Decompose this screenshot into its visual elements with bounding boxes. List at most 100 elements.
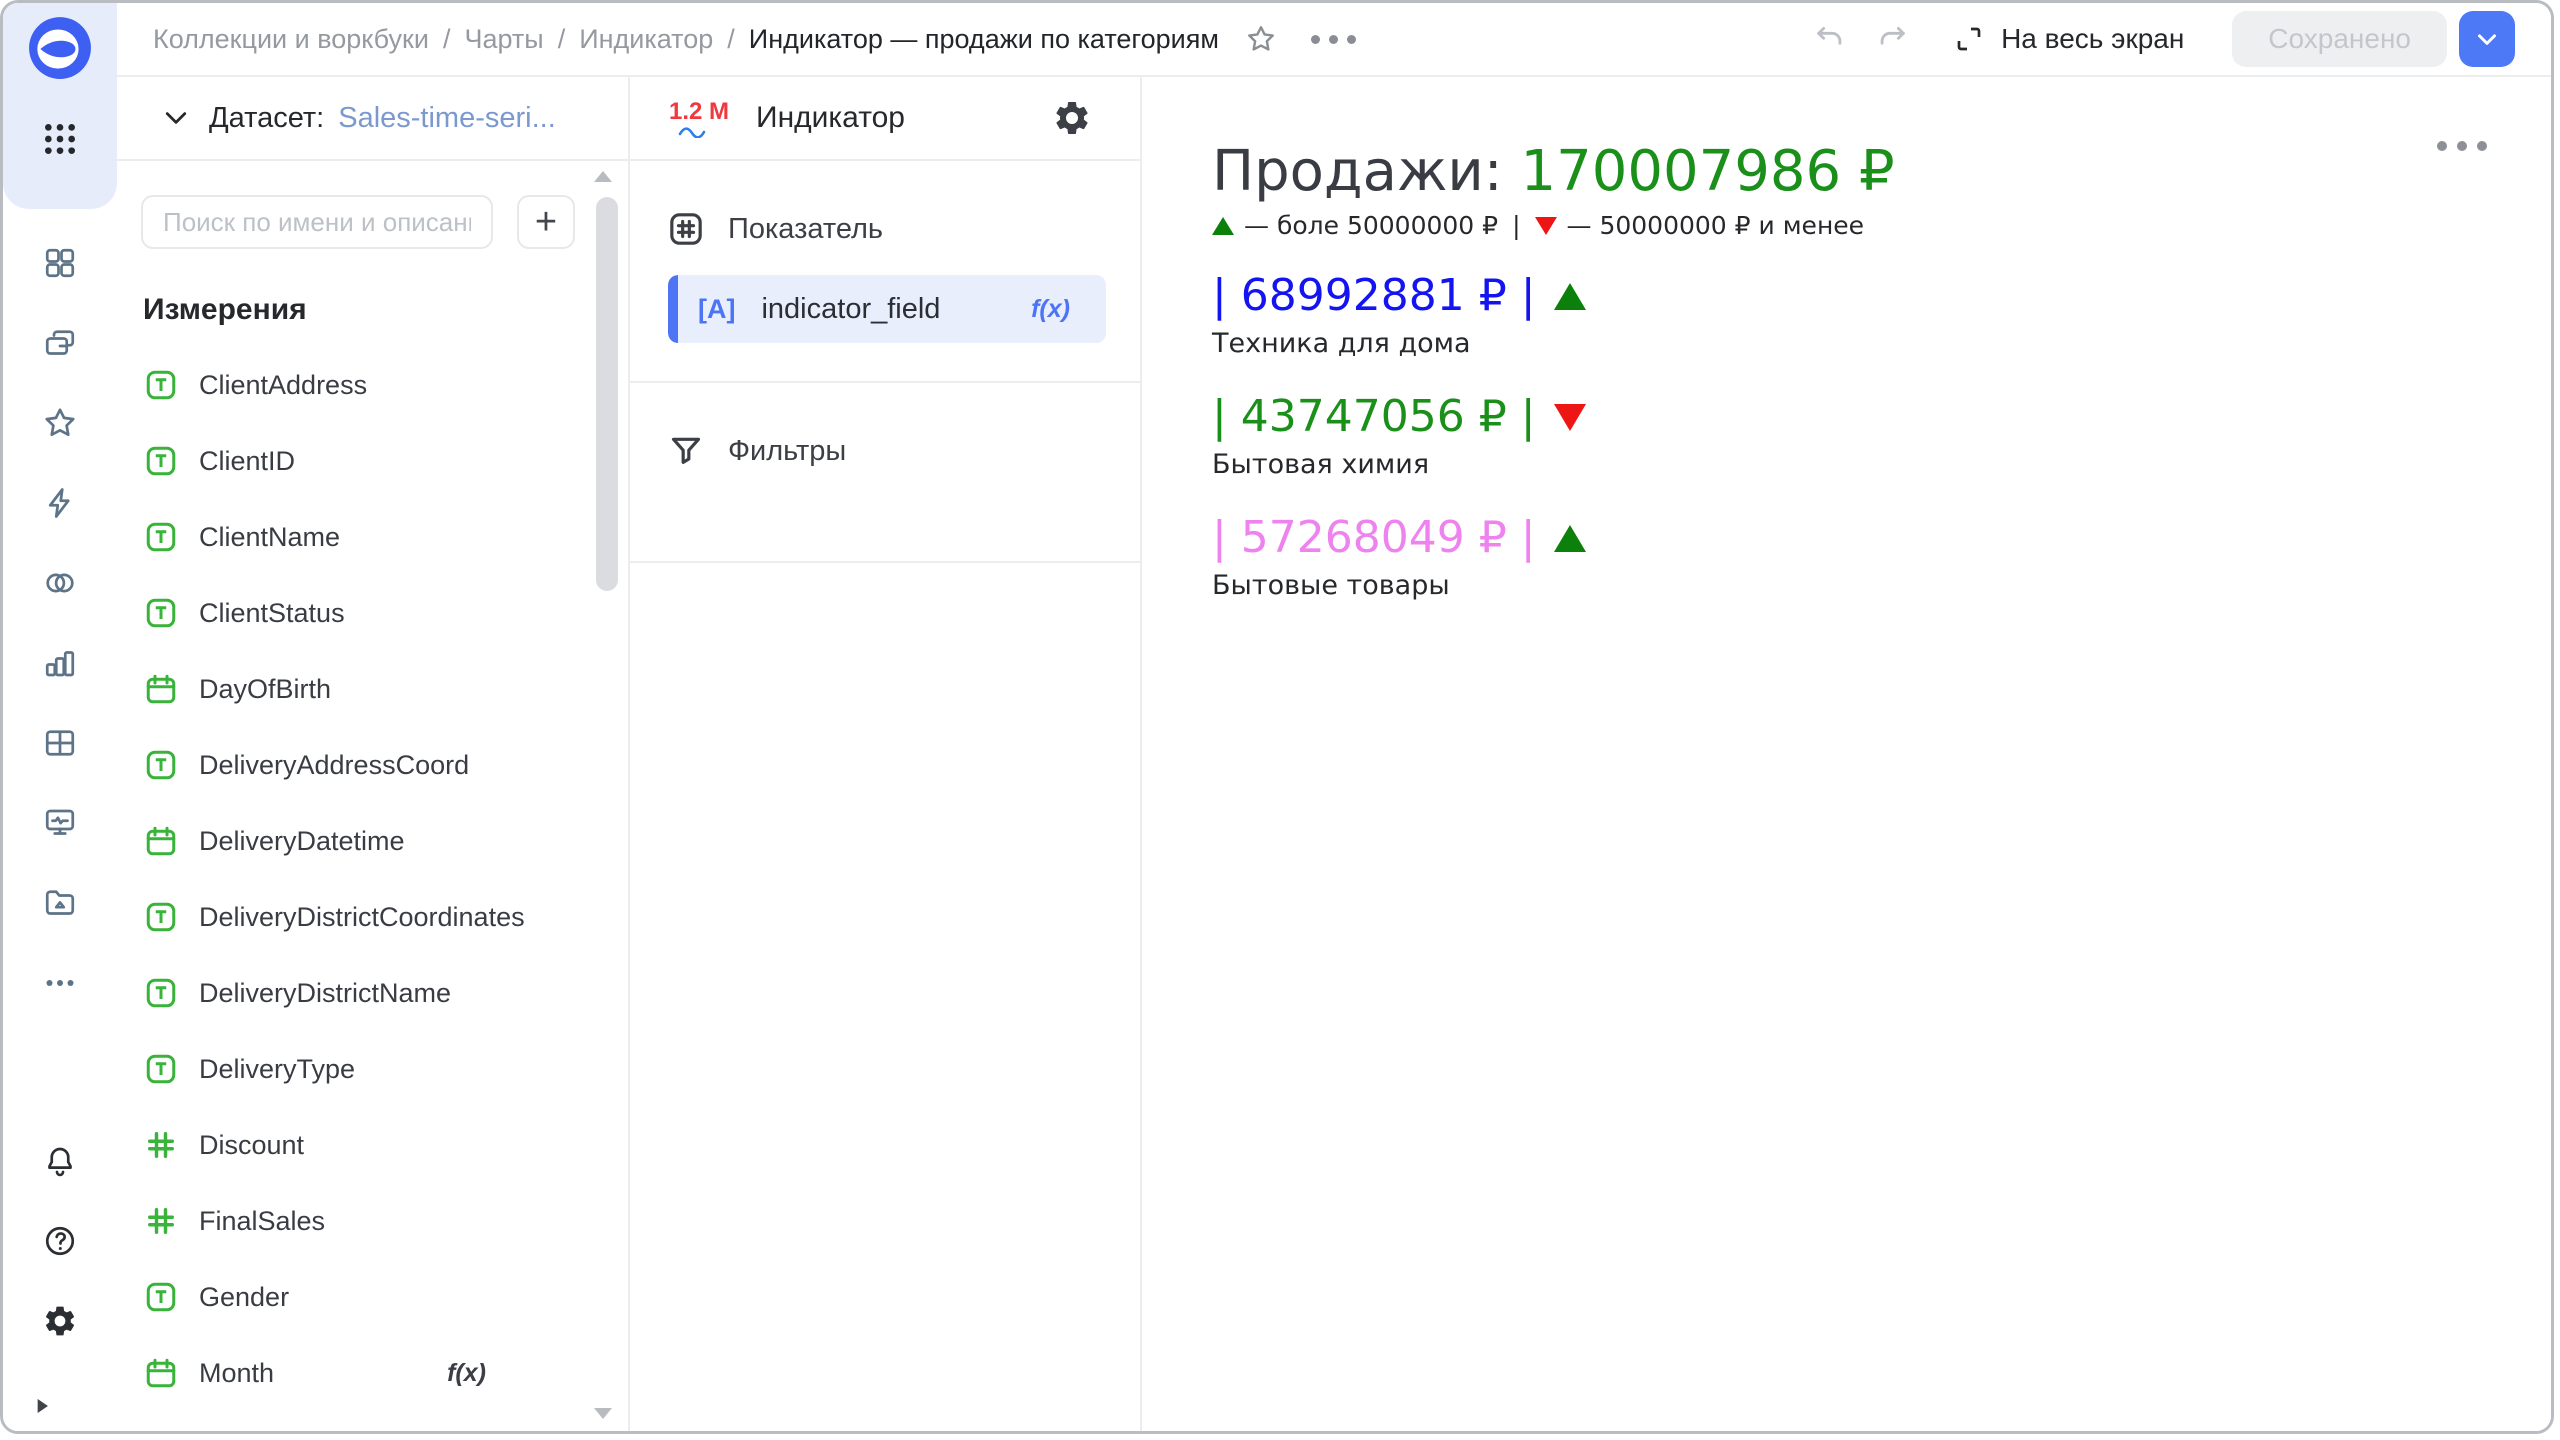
apps-grid-icon[interactable]	[32, 111, 88, 167]
field-row[interactable]: DayOfBirth	[117, 651, 628, 727]
breadcrumb-separator: /	[558, 24, 566, 55]
field-row[interactable]: FinalSales	[117, 1183, 628, 1259]
bar-chart-icon[interactable]	[3, 623, 117, 703]
indicator-title-value: 170007986 ₽	[1520, 139, 1894, 204]
chart-settings-gear-icon[interactable]	[1052, 98, 1092, 138]
lightning-icon[interactable]	[3, 463, 117, 543]
more-menu-icon[interactable]	[1311, 35, 1356, 44]
field-row[interactable]: Discount	[117, 1107, 628, 1183]
breadcrumb-indicator[interactable]: Индикатор	[579, 24, 713, 55]
indicator-value-text: | 57268049 ₽ |	[1212, 512, 1536, 564]
stacked-folders-icon[interactable]	[3, 303, 117, 383]
folder-icon[interactable]	[3, 863, 117, 943]
triangle-up-icon	[1554, 283, 1586, 310]
field-row[interactable]: DeliveryAddressCoord	[117, 727, 628, 803]
field-row[interactable]: ClientAddress	[117, 347, 628, 423]
text-field-icon	[143, 975, 179, 1011]
dimensions-list: ClientAddress ClientID ClientName Client…	[117, 347, 628, 1431]
hash-square-icon	[666, 209, 706, 249]
field-name: ClientStatus	[199, 598, 345, 629]
rail-logo-area	[3, 3, 117, 209]
chevron-down-icon[interactable]	[161, 103, 191, 133]
undo-icon[interactable]	[1813, 22, 1847, 56]
field-name: Discount	[199, 1130, 304, 1161]
field-name: ClientID	[199, 446, 295, 477]
text-field-icon	[143, 747, 179, 783]
field-row[interactable]: Gender	[117, 1259, 628, 1335]
topbar-actions: На весь экран Сохранено	[1785, 11, 2515, 67]
question-circle-icon[interactable]	[3, 1201, 117, 1281]
dataset-panel: Датасет: Sales-time-seri... + Измерения …	[117, 77, 630, 1431]
triangle-down-icon	[1535, 217, 1557, 235]
text-field-icon	[143, 1279, 179, 1315]
scroll-down-arrow[interactable]	[594, 1408, 612, 1419]
fullscreen-button[interactable]: На весь экран	[1953, 23, 2184, 55]
legend-up-text: — боле 50000000 ₽	[1244, 211, 1498, 240]
content-row: Датасет: Sales-time-seri... + Измерения …	[117, 77, 2551, 1431]
favorite-star-icon[interactable]	[1245, 23, 1277, 55]
field-row[interactable]: OrderDate	[117, 1411, 628, 1431]
two-circles-icon[interactable]	[3, 543, 117, 623]
field-name: Month	[199, 1358, 274, 1389]
table-icon[interactable]	[3, 703, 117, 783]
measure-section-header: Показатель	[666, 209, 1106, 249]
number-field-icon	[143, 1127, 179, 1163]
datalens-logo[interactable]	[27, 15, 93, 81]
breadcrumb-separator: /	[727, 24, 735, 55]
bell-icon[interactable]	[3, 1121, 117, 1201]
field-name: DeliveryDatetime	[199, 826, 405, 857]
dataset-name-link[interactable]: Sales-time-seri...	[338, 102, 556, 135]
measure-section: Показатель [A] indicator_field f(x)	[630, 161, 1140, 383]
add-field-button[interactable]: +	[517, 195, 575, 249]
field-name: ClientName	[199, 522, 340, 553]
field-row[interactable]: DeliveryDistrictCoordinates	[117, 879, 628, 955]
row-count-badge: 1.2 M	[666, 98, 732, 138]
indicator-title-label: Продажи:	[1212, 139, 1503, 204]
indicator-item: | 57268049 ₽ | Бытовые товары	[1212, 512, 2551, 603]
field-name: Gender	[199, 1282, 289, 1313]
monitor-pulse-icon[interactable]	[3, 783, 117, 863]
chart-preview-canvas: Продажи: 170007986 ₽ — боле 50000000 ₽ |…	[1142, 77, 2551, 1431]
date-field-icon	[143, 1355, 179, 1391]
indicator-item-label: Техника для дома	[1212, 327, 2551, 361]
redo-icon[interactable]	[1875, 22, 1909, 56]
measure-section-label: Показатель	[728, 213, 883, 246]
scrollbar-thumb[interactable]	[596, 197, 618, 591]
field-row[interactable]: ClientStatus	[117, 575, 628, 651]
scroll-up-arrow[interactable]	[594, 171, 612, 182]
chart-type-header: 1.2 M Индикатор	[630, 77, 1140, 161]
indicator-value-text: | 43747056 ₽ |	[1212, 391, 1536, 443]
row-count-value: 1.2 M	[669, 98, 729, 126]
star-icon[interactable]	[3, 383, 117, 463]
chart-config-panel: 1.2 M Индикатор	[630, 77, 1142, 1431]
save-button[interactable]: Сохранено	[2232, 11, 2447, 67]
breadcrumb-charts[interactable]: Чарты	[464, 24, 543, 55]
search-input[interactable]	[141, 195, 493, 249]
field-row[interactable]: ClientID	[117, 423, 628, 499]
chart-more-menu-icon[interactable]	[2437, 141, 2487, 151]
field-row[interactable]: DeliveryDatetime	[117, 803, 628, 879]
field-row[interactable]: DeliveryType	[117, 1031, 628, 1107]
triangle-down-icon	[1554, 404, 1586, 431]
indicator-title: Продажи: 170007986 ₽	[1212, 137, 2551, 207]
grid-2x2-icon[interactable]	[3, 223, 117, 303]
measure-field-pill[interactable]: [A] indicator_field f(x)	[668, 275, 1106, 343]
save-menu-button[interactable]	[2459, 11, 2515, 67]
field-name: ClientAddress	[199, 370, 367, 401]
measure-field-name: indicator_field	[761, 293, 940, 326]
text-field-icon	[143, 1051, 179, 1087]
breadcrumb-collections[interactable]: Коллекции и воркбуки	[153, 24, 429, 55]
legend-separator: |	[1512, 211, 1520, 240]
filters-section: Фильтры	[630, 383, 1140, 563]
field-row[interactable]: ClientName	[117, 499, 628, 575]
triangle-up-icon	[1212, 217, 1234, 235]
indicator-content: Продажи: 170007986 ₽ — боле 50000000 ₽ |…	[1142, 77, 2551, 603]
indicator-item-label: Бытовая химия	[1212, 448, 2551, 482]
ellipsis-icon[interactable]	[3, 943, 117, 1023]
indicator-item: | 68992881 ₽ | Техника для дома	[1212, 270, 2551, 361]
gear-icon[interactable]	[3, 1281, 117, 1361]
field-row[interactable]: Month f(x)	[117, 1335, 628, 1411]
field-row[interactable]: DeliveryDistrictName	[117, 955, 628, 1031]
expand-triangle-icon[interactable]	[27, 1391, 57, 1421]
indicator-value: | 57268049 ₽ |	[1212, 512, 2551, 564]
